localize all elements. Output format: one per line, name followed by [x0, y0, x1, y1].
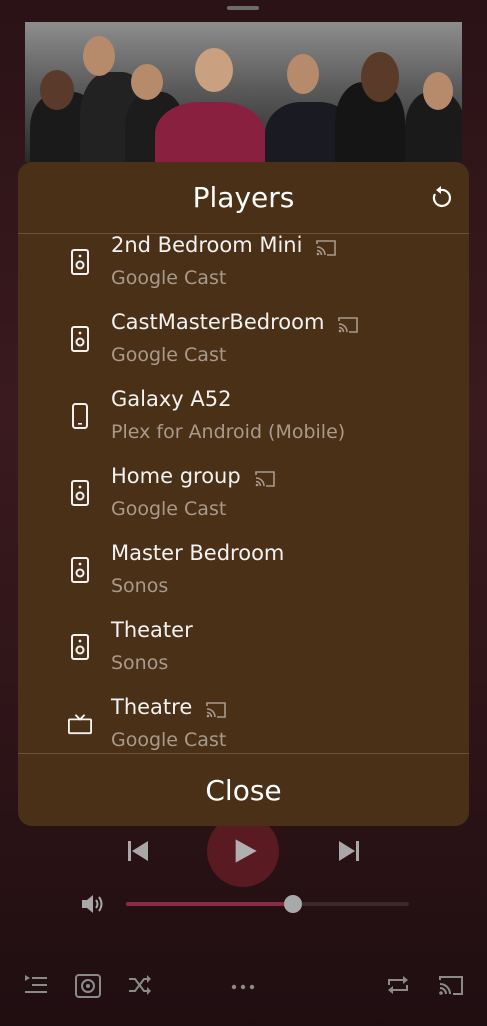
previous-icon[interactable] — [126, 839, 150, 863]
player-item[interactable]: Theater Sonos — [18, 614, 469, 691]
player-type: Google Cast — [111, 267, 227, 289]
player-item[interactable]: CastMasterBedroom Google Cast — [18, 306, 469, 383]
players-list-inner: 2nd Bedroom Mini Google Cast CastMasterBed… — [18, 234, 469, 753]
player-type: Plex for Android (Mobile) — [111, 421, 346, 443]
cast-icon[interactable] — [438, 974, 464, 996]
players-dialog: Players 2nd Bedroom Mini Google Cast CastM… — [18, 162, 469, 826]
more-icon[interactable] — [231, 984, 255, 990]
cast-icon — [206, 699, 227, 718]
speaker-icon — [68, 632, 92, 662]
player-name-label: Master Bedroom — [111, 541, 285, 565]
speaker-icon — [68, 478, 92, 508]
speaker-icon — [68, 324, 92, 354]
audio-settings-icon[interactable] — [75, 974, 101, 998]
play-icon[interactable] — [231, 837, 259, 865]
tv-icon — [68, 709, 92, 739]
drag-handle[interactable] — [227, 6, 259, 10]
player-name-label: CastMasterBedroom — [111, 310, 325, 334]
queue-icon[interactable] — [24, 974, 48, 996]
shuffle-icon[interactable] — [128, 974, 152, 996]
player-type: Google Cast — [111, 498, 227, 520]
cast-icon — [338, 314, 359, 333]
dialog-title: Players — [192, 181, 295, 214]
album-art — [25, 22, 462, 162]
refresh-icon[interactable] — [429, 186, 453, 210]
player-item[interactable]: Galaxy A52 Plex for Android (Mobile) — [18, 383, 469, 460]
player-type: Google Cast — [111, 729, 227, 751]
volume-row — [0, 890, 487, 920]
player-name: CastMasterBedroom — [111, 306, 359, 338]
volume-slider[interactable] — [126, 895, 409, 913]
player-type: Sonos — [111, 575, 169, 597]
player-name-label: Home group — [111, 464, 241, 488]
player-name-label: Galaxy A52 — [111, 387, 232, 411]
player-item[interactable]: 2nd Bedroom Mini Google Cast — [18, 234, 469, 306]
player-name-label: 2nd Bedroom Mini — [111, 234, 303, 257]
player-name-label: Theatre — [111, 695, 193, 719]
footer-toolbar — [0, 970, 487, 1002]
player-type: Google Cast — [111, 344, 227, 366]
player-item[interactable]: Master Bedroom Sonos — [18, 537, 469, 614]
player-item[interactable]: Home group Google Cast — [18, 460, 469, 537]
volume-thumb[interactable] — [283, 895, 302, 913]
close-button[interactable]: Close — [18, 754, 469, 826]
speaker-icon — [68, 555, 92, 585]
repeat-icon[interactable] — [386, 974, 410, 996]
player-name: Home group — [111, 460, 275, 492]
player-type: Sonos — [111, 652, 169, 674]
cast-icon — [316, 237, 337, 256]
volume-fill — [126, 902, 293, 906]
volume-icon[interactable] — [80, 893, 106, 915]
player-name-label: Theater — [111, 618, 193, 642]
player-name: Theatre — [111, 691, 227, 723]
transport-controls — [0, 815, 487, 887]
player-item[interactable]: Theatre Google Cast — [18, 691, 469, 753]
speaker-icon — [68, 247, 92, 277]
phone-icon — [68, 401, 92, 431]
player-name: Theater — [111, 614, 193, 646]
players-list[interactable]: 2nd Bedroom Mini Google Cast CastMasterBed… — [18, 234, 469, 753]
player-name: Master Bedroom — [111, 537, 284, 569]
player-name: Galaxy A52 — [111, 383, 231, 415]
player-name: 2nd Bedroom Mini — [111, 234, 337, 261]
player-controls — [0, 810, 487, 1026]
cast-icon — [254, 468, 275, 487]
next-icon[interactable] — [337, 839, 361, 863]
